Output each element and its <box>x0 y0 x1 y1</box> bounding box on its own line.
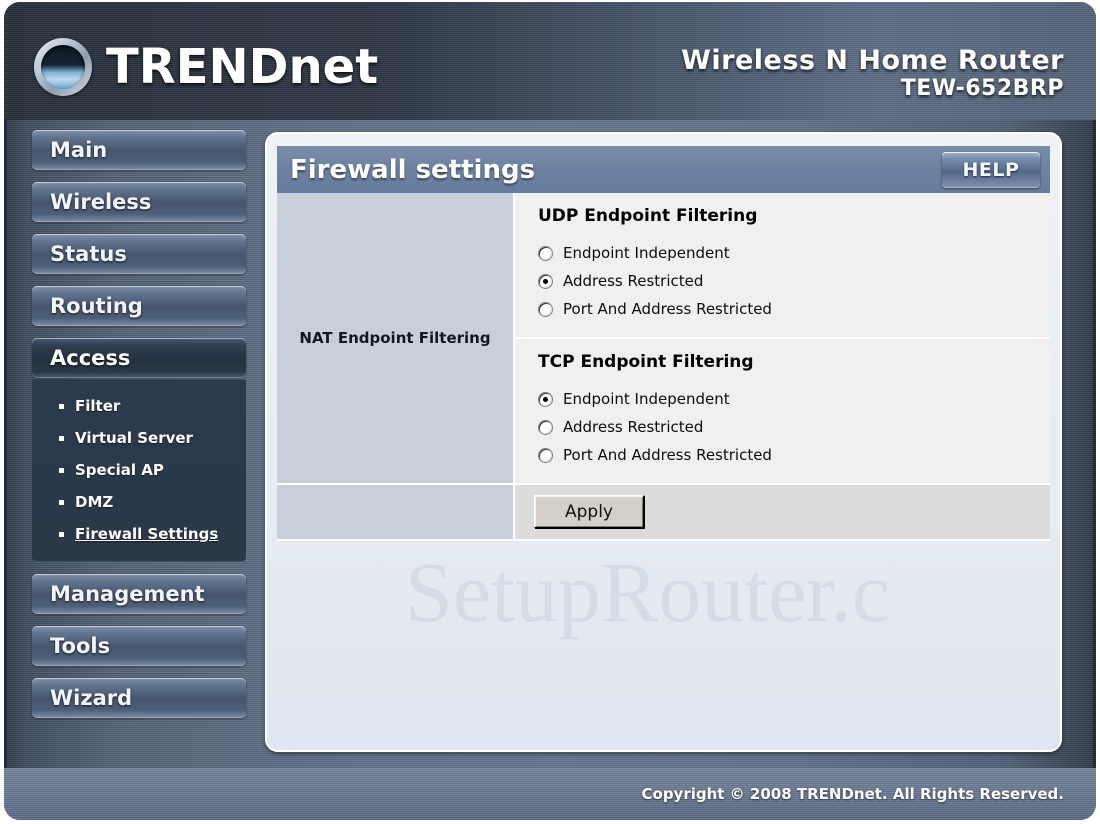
sidebar-item-label: Management <box>50 582 205 606</box>
sidebar-subitem-label: Special AP <box>75 461 164 479</box>
radio-icon-selected[interactable] <box>538 273 553 289</box>
radio-label: Endpoint Independent <box>563 390 730 408</box>
tcp-option-endpoint-independent[interactable]: Endpoint Independent <box>538 385 1050 413</box>
sidebar-subitem-filter[interactable]: Filter <box>32 390 246 422</box>
help-button-label: HELP <box>962 158 1020 181</box>
radio-icon[interactable] <box>538 301 553 317</box>
apply-row-spacer-cell <box>277 484 515 541</box>
watermark-text: SetupRouter.c <box>405 544 890 640</box>
sidebar-item-management[interactable]: Management <box>32 574 246 614</box>
sidebar-subitem-firewall-settings[interactable]: Firewall Settings <box>32 518 246 550</box>
bullet-icon <box>59 499 64 505</box>
bullet-icon <box>59 531 64 537</box>
content-panel: SetupRouter.c Firewall settings HELP NAT… <box>265 132 1062 752</box>
sidebar-item-label: Access <box>50 346 131 370</box>
radio-label: Port And Address Restricted <box>563 300 772 318</box>
apply-row-cell: Apply <box>514 484 1050 541</box>
sidebar-subitem-label: Firewall Settings <box>75 525 219 543</box>
page-title: Firewall settings <box>290 154 536 185</box>
page-header: TRENDnet Wireless N Home Router TEW-652B… <box>4 2 1096 120</box>
sidebar-item-status[interactable]: Status <box>32 234 246 274</box>
sidebar-item-label: Status <box>50 242 127 266</box>
sidebar-item-main[interactable]: Main <box>32 130 246 170</box>
sidebar-item-label: Wireless <box>50 190 152 214</box>
brand-logo-text: TRENDnet <box>106 39 379 95</box>
table-row-udp: NAT Endpoint Filtering UDP Endpoint Filt… <box>277 193 1050 485</box>
radio-label: Address Restricted <box>563 418 704 436</box>
sidebar-item-label: Routing <box>50 294 143 318</box>
sidebar-item-wireless[interactable]: Wireless <box>32 182 246 222</box>
radio-label: Port And Address Restricted <box>563 446 772 464</box>
radio-label: Address Restricted <box>563 272 704 290</box>
nat-endpoint-filtering-label-cell: NAT Endpoint Filtering <box>277 193 515 485</box>
table-row-apply: Apply <box>277 484 1050 541</box>
router-admin-page: TRENDnet Wireless N Home Router TEW-652B… <box>0 0 1100 824</box>
bullet-icon <box>59 435 64 441</box>
tcp-group-title: TCP Endpoint Filtering <box>538 352 754 372</box>
apply-button[interactable]: Apply <box>534 495 644 528</box>
tcp-option-address-restricted[interactable]: Address Restricted <box>538 413 1050 441</box>
radio-icon[interactable] <box>538 419 553 435</box>
sidebar-item-label: Tools <box>50 634 111 658</box>
radio-label: Endpoint Independent <box>563 244 730 262</box>
sidebar-item-wizard[interactable]: Wizard <box>32 678 246 718</box>
brand-logo: TRENDnet <box>34 37 378 97</box>
sidebar-item-label: Main <box>50 138 108 162</box>
sidebar-subitem-special-ap[interactable]: Special AP <box>32 454 246 486</box>
sidebar-subitem-label: DMZ <box>75 493 114 511</box>
sidebar-subitem-dmz[interactable]: DMZ <box>32 486 246 518</box>
sidebar-item-routing[interactable]: Routing <box>32 286 246 326</box>
radio-icon[interactable] <box>538 245 553 261</box>
bullet-icon <box>59 403 64 409</box>
page-frame: TRENDnet Wireless N Home Router TEW-652B… <box>4 2 1096 820</box>
sidebar-submenu-access: Filter Virtual Server Special AP DMZ Fir… <box>32 380 246 562</box>
row-label: NAT Endpoint Filtering <box>299 328 491 347</box>
product-model: TEW-652BRP <box>900 76 1064 101</box>
page-footer: Copyright © 2008 TRENDnet. All Rights Re… <box>4 768 1096 820</box>
udp-option-port-and-address-restricted[interactable]: Port And Address Restricted <box>538 295 1050 323</box>
product-title: Wireless N Home Router TEW-652BRP <box>681 46 1064 102</box>
sidebar-subitem-label: Virtual Server <box>75 429 193 447</box>
radio-icon-selected[interactable] <box>538 391 553 407</box>
copyright-text: Copyright © 2008 TRENDnet. All Rights Re… <box>641 785 1065 803</box>
sidebar-item-tools[interactable]: Tools <box>32 626 246 666</box>
radio-icon[interactable] <box>538 447 553 463</box>
tcp-option-port-and-address-restricted[interactable]: Port And Address Restricted <box>538 441 1050 469</box>
product-name: Wireless N Home Router <box>681 45 1064 76</box>
sidebar-subitem-label: Filter <box>75 397 121 415</box>
udp-group-title: UDP Endpoint Filtering <box>538 206 758 226</box>
udp-option-endpoint-independent[interactable]: Endpoint Independent <box>538 239 1050 267</box>
udp-option-address-restricted[interactable]: Address Restricted <box>538 267 1050 295</box>
trendnet-swirl-logo-icon <box>34 38 92 96</box>
sidebar-subitem-virtual-server[interactable]: Virtual Server <box>32 422 246 454</box>
sidebar-item-access[interactable]: Access <box>32 338 246 378</box>
sidebar-item-label: Wizard <box>50 686 133 710</box>
sidebar-nav: Main Wireless Status Routing Access Filt… <box>32 130 246 730</box>
tcp-endpoint-filtering-cell: TCP Endpoint Filtering Endpoint Independ… <box>514 338 1050 485</box>
firewall-settings-table: NAT Endpoint Filtering UDP Endpoint Filt… <box>277 193 1050 541</box>
udp-endpoint-filtering-cell: UDP Endpoint Filtering Endpoint Independ… <box>514 193 1050 339</box>
help-button[interactable]: HELP <box>942 151 1040 188</box>
panel-title-bar: Firewall settings HELP <box>277 146 1050 193</box>
bullet-icon <box>59 467 64 473</box>
